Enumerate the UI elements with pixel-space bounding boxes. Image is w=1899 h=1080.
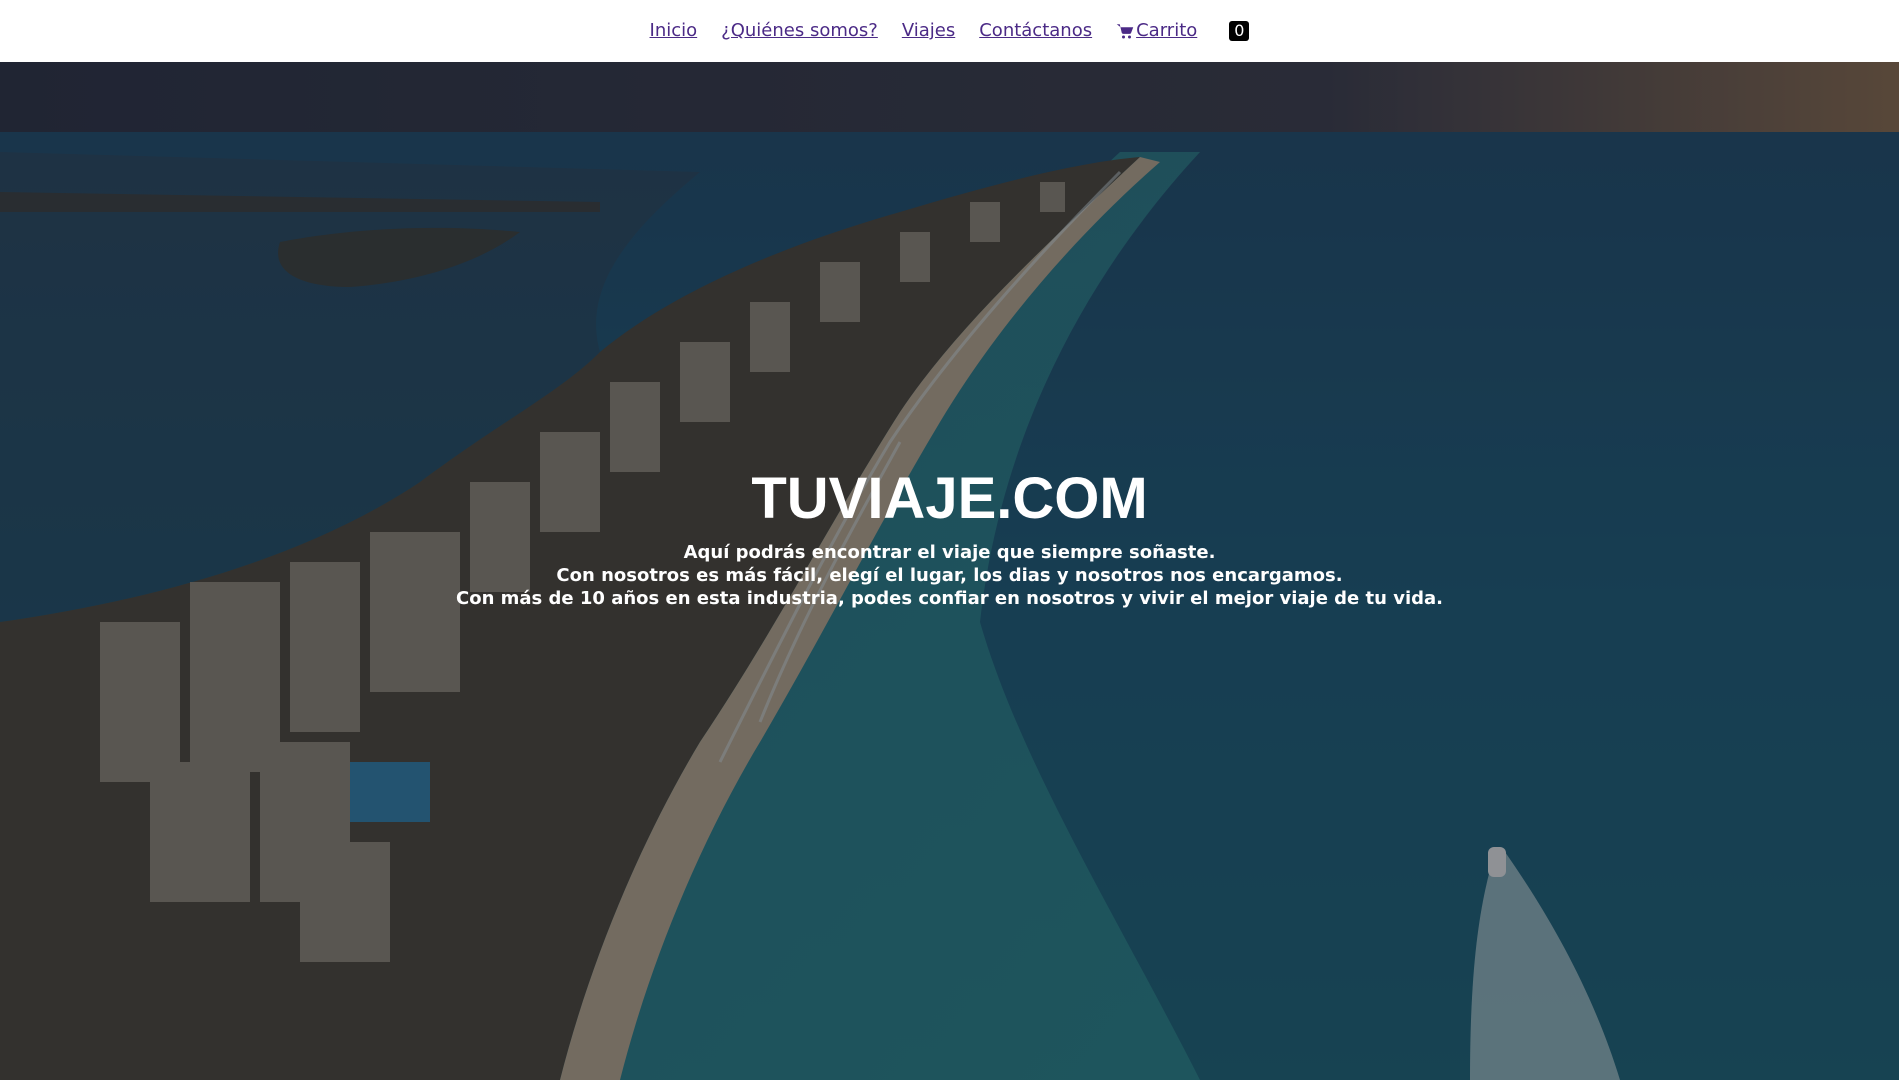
hero-tagline-1: Aquí podrás encontrar el viaje que siemp… (683, 541, 1216, 563)
nav-link-quienes-somos[interactable]: ¿Quiénes somos? (721, 22, 878, 40)
hero-tagline-3: Con más de 10 años en esta industria, po… (456, 587, 1443, 609)
nav-link-viajes[interactable]: Viajes (902, 22, 955, 40)
nav-link-carrito[interactable]: Carrito (1116, 22, 1197, 40)
cart-label: Carrito (1136, 20, 1198, 41)
hero-section: TUVIAJE.COM Aquí podrás encontrar el via… (0, 62, 1899, 1080)
nav-link-contactanos[interactable]: Contáctanos (979, 22, 1092, 40)
cart-count-badge: 0 (1229, 21, 1250, 41)
hero-tagline-2: Con nosotros es más fácil, elegí el luga… (556, 564, 1343, 586)
cart-icon (1116, 24, 1134, 39)
nav-link-inicio[interactable]: Inicio (650, 22, 698, 40)
hero-title: TUVIAJE.COM (751, 466, 1148, 531)
top-navigation: Inicio ¿Quiénes somos? Viajes Contáctano… (0, 0, 1899, 62)
hero-content: TUVIAJE.COM Aquí podrás encontrar el via… (0, 467, 1899, 610)
